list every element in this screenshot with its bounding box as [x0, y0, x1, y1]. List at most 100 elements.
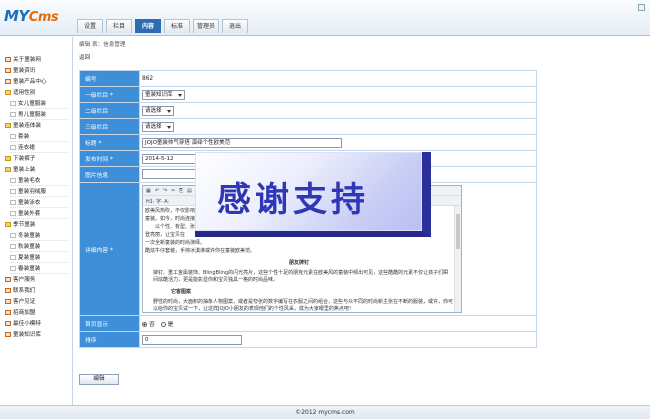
watermark-overlay: 感谢支持: [195, 152, 431, 237]
sidebar-item-label: 套装: [18, 134, 30, 140]
page-icon: [10, 178, 16, 183]
page-icon: [10, 189, 16, 194]
sidebar-item[interactable]: 童装毛衣: [10, 177, 68, 186]
sidebar: 关于童装网童装资讯童装产品中心 适用性别女儿童服装男儿童服装童装连体装套装连衣裙下…: [0, 37, 73, 405]
cat3-label: 三级栏目: [79, 118, 140, 135]
window-icon[interactable]: [638, 4, 645, 11]
sidebar-item[interactable]: 联系我们: [5, 287, 35, 296]
form-row-order: 排序 0: [79, 331, 537, 348]
sidebar-item-label: 童装资讯: [13, 68, 36, 74]
image-label: 图片信息: [79, 166, 140, 183]
editor-paragraph: 铆钉、重工金属装饰、BlingBling的闪光亮片，这些个性十足的朋克元素在欧美…: [153, 270, 449, 283]
page-icon: [10, 211, 16, 216]
home-radio-yes[interactable]: 是: [160, 322, 173, 328]
source-icon[interactable]: ▦: [146, 188, 151, 194]
sidebar-item-label: 春装童装: [18, 266, 41, 272]
sidebar-item[interactable]: 连衣裙: [10, 144, 68, 153]
sidebar-item-label: 冬装童装: [18, 233, 41, 239]
cat1-label: 一级栏目 *: [79, 86, 140, 103]
title-input[interactable]: JOJO童装帅气穿搭 演绎个性欧美范: [142, 137, 342, 148]
sidebar-item[interactable]: 客户服务: [5, 276, 35, 285]
content-label: 详细内容 *: [79, 182, 140, 316]
sidebar-item[interactable]: 童装资讯: [5, 67, 35, 76]
page-icon: [10, 101, 16, 106]
sidebar-item[interactable]: 童装羽绒服: [10, 188, 68, 197]
page: MYCms 设置 栏目 内容 标准 管理员 退出 关于童装网童装资讯童装产品中心…: [0, 0, 650, 419]
cat2-select[interactable]: 请选择: [142, 105, 174, 116]
sidebar-item-label: 童装连体装: [13, 123, 41, 129]
sidebar-item[interactable]: 客户见证: [5, 298, 35, 307]
page-icon: [5, 68, 11, 73]
cat1-select[interactable]: 童装知识库: [142, 89, 185, 100]
tab-columns[interactable]: 栏目: [106, 19, 132, 33]
sidebar-item[interactable]: 季节童装: [5, 221, 35, 230]
page-icon: [5, 277, 11, 282]
sidebar-item[interactable]: 童装连体装: [5, 122, 41, 131]
sidebar-item[interactable]: 童装产品中心: [5, 78, 47, 87]
cut-icon[interactable]: ✂: [171, 188, 175, 194]
page-icon: [10, 266, 16, 271]
form-row-cat3: 三级栏目 请选择: [79, 118, 537, 135]
sidebar-item-label: 童装羽绒服: [18, 189, 46, 195]
sidebar-item[interactable]: 童装泳衣: [10, 199, 68, 208]
page-icon: [10, 244, 16, 249]
order-label: 排序: [79, 331, 140, 348]
sidebar-item[interactable]: 春装童装: [10, 265, 68, 274]
sidebar-item[interactable]: 童装知识库: [5, 331, 41, 340]
sidebar-item[interactable]: 套装: [10, 133, 68, 142]
folder-icon: [5, 222, 11, 227]
sidebar-item-label: 童装外套: [18, 211, 41, 217]
back-link[interactable]: 返回: [79, 53, 90, 61]
cat3-select[interactable]: 请选择: [142, 121, 174, 132]
copy-icon[interactable]: ⎘: [179, 188, 183, 194]
logo: MYCms: [4, 7, 59, 25]
tab-standard[interactable]: 标准: [164, 19, 190, 33]
sidebar-item[interactable]: 夏装童装: [10, 254, 68, 263]
sidebar-item[interactable]: 招商加盟: [5, 309, 35, 318]
sidebar-item[interactable]: 秋装童装: [10, 243, 68, 252]
sidebar-item-label: 关于童装网: [13, 57, 41, 63]
sidebar-item[interactable]: 适用性别: [5, 89, 35, 98]
sidebar-item-label: 女儿童服装: [18, 101, 46, 107]
editor-line: 酷炫牛仔套装，手持冰淇淋或许你在童装欧美范。: [145, 248, 256, 254]
page-icon: [10, 112, 16, 117]
paste-icon[interactable]: ▤: [187, 188, 192, 194]
sidebar-item[interactable]: 女儿童服装: [10, 100, 68, 109]
date-label: 发布时间 *: [79, 150, 140, 167]
scrollbar-thumb[interactable]: [456, 214, 460, 249]
tab-settings[interactable]: 设置: [77, 19, 103, 33]
tab-logout[interactable]: 退出: [222, 19, 248, 33]
sidebar-item-label: 童装知识库: [13, 332, 41, 338]
logo-cms-text: Cms: [28, 10, 59, 25]
sidebar-item[interactable]: 男儿童服装: [10, 111, 68, 120]
sidebar-item[interactable]: 童装外套: [10, 210, 68, 219]
sidebar-item[interactable]: 最佳小模特: [5, 320, 41, 329]
folder-icon: [5, 123, 11, 128]
folder-icon: [5, 156, 11, 161]
editor-heading: 它客图案: [171, 289, 192, 295]
folder-icon: [5, 167, 11, 172]
sidebar-item-label: 招商加盟: [13, 310, 36, 316]
editor-scrollbar[interactable]: [454, 206, 461, 312]
title-label: 标题 *: [79, 134, 140, 151]
tab-admin[interactable]: 管理员: [193, 19, 219, 33]
page-icon: [10, 134, 16, 139]
redo-icon[interactable]: ↷: [163, 188, 167, 194]
page-icon: [10, 200, 16, 205]
page-icon: [5, 321, 11, 326]
sidebar-item[interactable]: 下装裤子: [5, 155, 35, 164]
breadcrumb: 编辑 表：信息管理: [79, 42, 126, 48]
undo-icon[interactable]: ↶: [155, 188, 159, 194]
home-radio-no[interactable]: 否: [142, 322, 155, 328]
folder-icon: [5, 90, 11, 95]
order-input[interactable]: 0: [142, 334, 242, 345]
sidebar-item[interactable]: 关于童装网: [5, 56, 41, 65]
header: MYCms 设置 栏目 内容 标准 管理员 退出: [0, 0, 650, 36]
sidebar-item-label: 联系我们: [13, 288, 36, 294]
format-controls[interactable]: H1· 字· A·: [146, 198, 169, 205]
sidebar-item-label: 客户服务: [13, 277, 36, 283]
sidebar-item[interactable]: 冬装童装: [10, 232, 68, 241]
sidebar-item[interactable]: 童装上装: [5, 166, 35, 175]
tab-content[interactable]: 内容: [135, 19, 161, 33]
submit-button[interactable]: 编辑: [79, 374, 119, 385]
